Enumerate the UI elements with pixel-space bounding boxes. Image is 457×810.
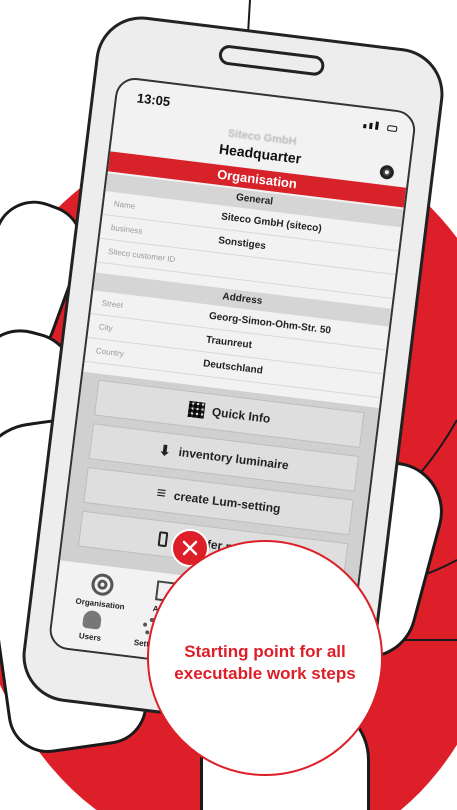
signal-bar — [369, 122, 373, 130]
signal-icon — [363, 124, 367, 129]
quick-action-label: Quick Info — [211, 404, 272, 426]
user-icon — [82, 609, 103, 630]
target-icon — [90, 572, 115, 597]
row-value: Deutschland — [202, 358, 264, 377]
close-icon — [182, 540, 198, 556]
tab-label: Users — [78, 631, 102, 643]
tab-organisation[interactable]: Organisation — [65, 569, 139, 612]
illustration-scene: 13:05 Siteco GmbH Headquarter Organisati… — [0, 0, 457, 810]
signal-bar — [374, 121, 379, 130]
quick-action-label: inventory luminaire — [177, 445, 290, 473]
callout-text: Starting point for all executable work s… — [174, 642, 356, 683]
row-value: Traunreut — [205, 334, 253, 352]
row-label: Street — [101, 298, 124, 311]
callout-bubble: Starting point for all executable work s… — [147, 540, 383, 776]
row-label: business — [110, 223, 143, 236]
status-time: 13:05 — [136, 90, 171, 110]
row-label: Country — [95, 346, 125, 359]
device-transfer-icon — [157, 530, 169, 547]
row-label: Siteco customer ID — [107, 246, 176, 265]
settings-lines-icon: ≡ — [155, 484, 167, 503]
status-icons — [363, 120, 398, 133]
battery-icon — [386, 124, 398, 133]
luminaire-download-icon: ⬇ — [158, 441, 172, 459]
row-value: Sonstiges — [217, 235, 267, 252]
quick-action-label: create Lum-setting — [172, 488, 282, 516]
row-label: Name — [113, 199, 136, 211]
qr-code-icon — [187, 400, 206, 419]
row-label: City — [98, 322, 114, 333]
